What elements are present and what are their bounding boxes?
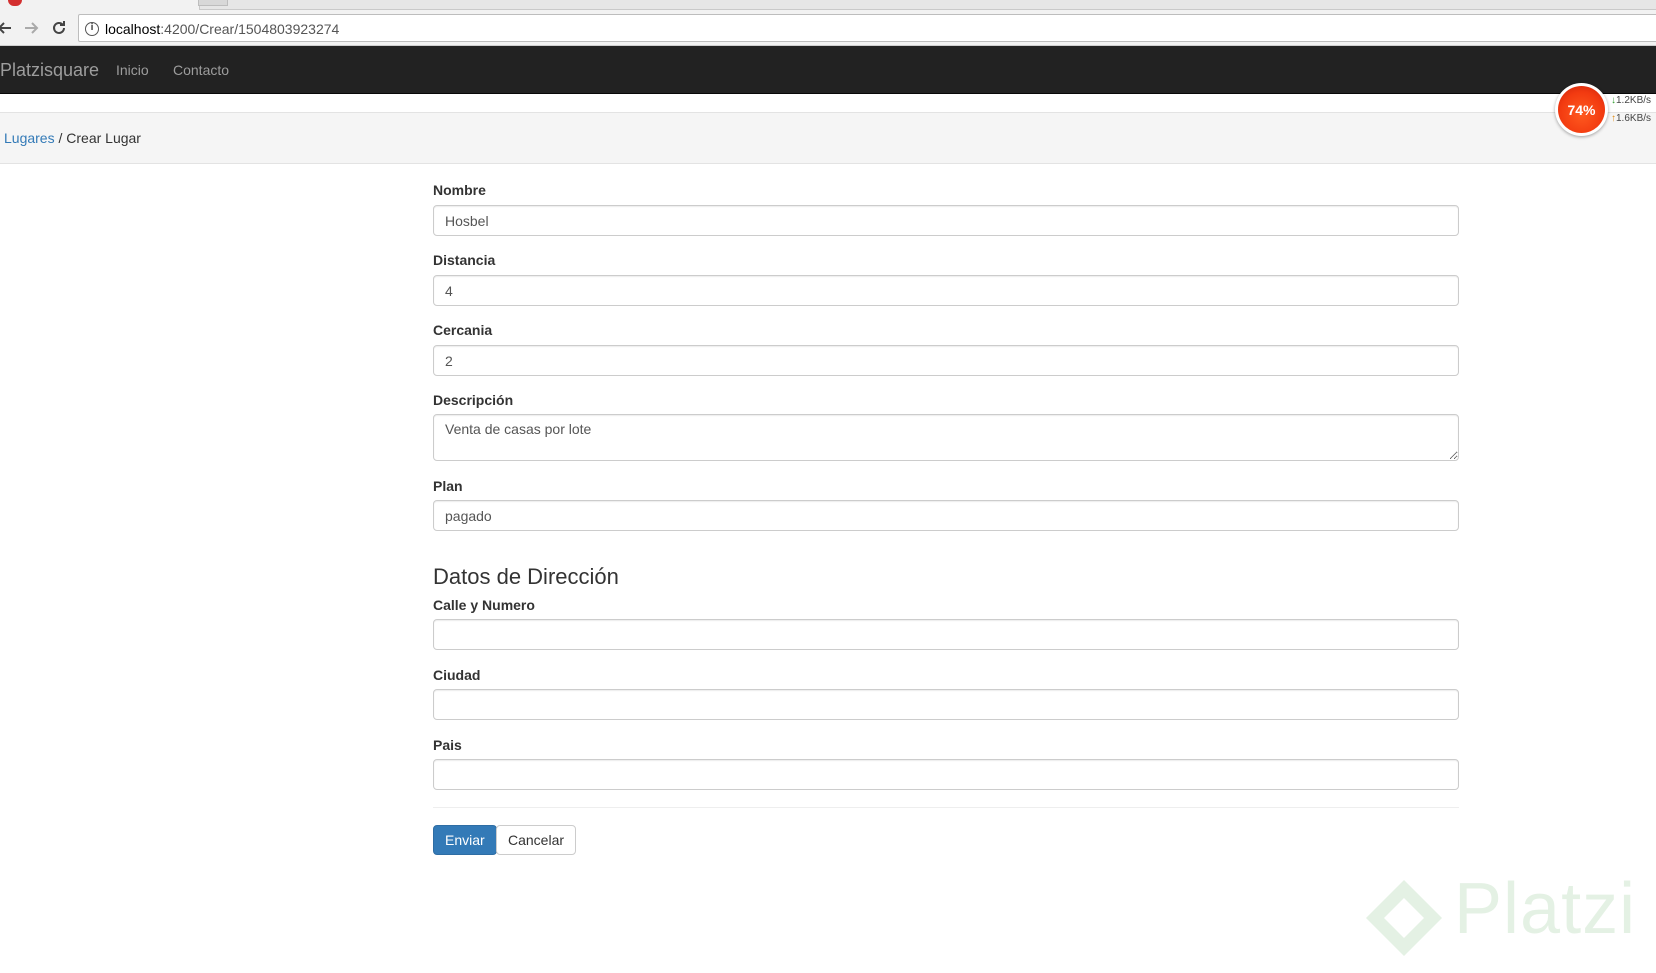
- breadcrumb-link-lugares[interactable]: Lugares: [4, 130, 55, 146]
- plan-input[interactable]: [433, 500, 1459, 531]
- enviar-button[interactable]: Enviar: [433, 825, 497, 855]
- address-section-title: Datos de Dirección: [433, 564, 619, 589]
- reload-icon[interactable]: [48, 17, 70, 39]
- download-speed: ↓1.2KB/s: [1611, 95, 1652, 106]
- address-bar[interactable]: i localhost:4200/Crear/1504803923274: [78, 14, 1656, 42]
- forward-arrow-icon[interactable]: [20, 17, 42, 39]
- pais-label: Pais: [433, 737, 462, 753]
- usage-gauge: 74%: [1555, 83, 1608, 136]
- cercania-label: Cercania: [433, 322, 493, 338]
- back-arrow-icon[interactable]: [0, 17, 16, 39]
- plan-label: Plan: [433, 478, 463, 494]
- ciudad-label: Ciudad: [433, 667, 481, 683]
- breadcrumb-band: Lugares / Crear Lugar: [0, 112, 1656, 164]
- cercania-input[interactable]: [433, 345, 1459, 376]
- browser-tab-strip: [0, 0, 1656, 10]
- breadcrumb: Lugares / Crear Lugar: [4, 130, 141, 146]
- calle-label: Calle y Numero: [433, 597, 535, 613]
- descripcion-label: Descripción: [433, 392, 514, 408]
- breadcrumb-current: Crear Lugar: [66, 130, 141, 146]
- nav-link-contacto[interactable]: Contacto: [173, 62, 229, 78]
- calle-input[interactable]: [433, 619, 1459, 650]
- tab-favicon-icon: [8, 0, 22, 6]
- distancia-input[interactable]: [433, 275, 1459, 306]
- nombre-input[interactable]: [433, 205, 1459, 236]
- browser-toolbar: i localhost:4200/Crear/1504803923274: [0, 10, 1656, 46]
- browser-tab[interactable]: [0, 0, 200, 10]
- cancelar-button[interactable]: Cancelar: [496, 825, 577, 855]
- platzi-logo-icon: [1366, 880, 1442, 956]
- platzi-watermark: Platzi: [1362, 868, 1652, 968]
- usage-percent: 74%: [1558, 86, 1605, 133]
- breadcrumb-separator: /: [58, 130, 63, 146]
- nombre-label: Nombre: [433, 182, 486, 198]
- descripcion-textarea[interactable]: Venta de casas por lote: [433, 414, 1459, 461]
- pais-input[interactable]: [433, 759, 1459, 790]
- distancia-label: Distancia: [433, 252, 496, 268]
- ciudad-input[interactable]: [433, 689, 1459, 720]
- url-text: localhost:4200/Crear/1504803923274: [105, 21, 340, 37]
- brand-link[interactable]: Platzisquare: [0, 60, 99, 81]
- form-divider: [433, 807, 1459, 808]
- info-icon[interactable]: i: [85, 22, 99, 36]
- app-navbar: Platzisquare Inicio Contacto: [0, 46, 1656, 94]
- nav-link-inicio[interactable]: Inicio: [116, 62, 149, 78]
- network-speed-widget[interactable]: 74% ↓1.2KB/s ↑1.6KB/s: [1553, 83, 1656, 139]
- upload-speed: ↑1.6KB/s: [1611, 113, 1652, 124]
- new-tab-button[interactable]: [198, 0, 228, 6]
- watermark-text: Platzi: [1454, 869, 1637, 949]
